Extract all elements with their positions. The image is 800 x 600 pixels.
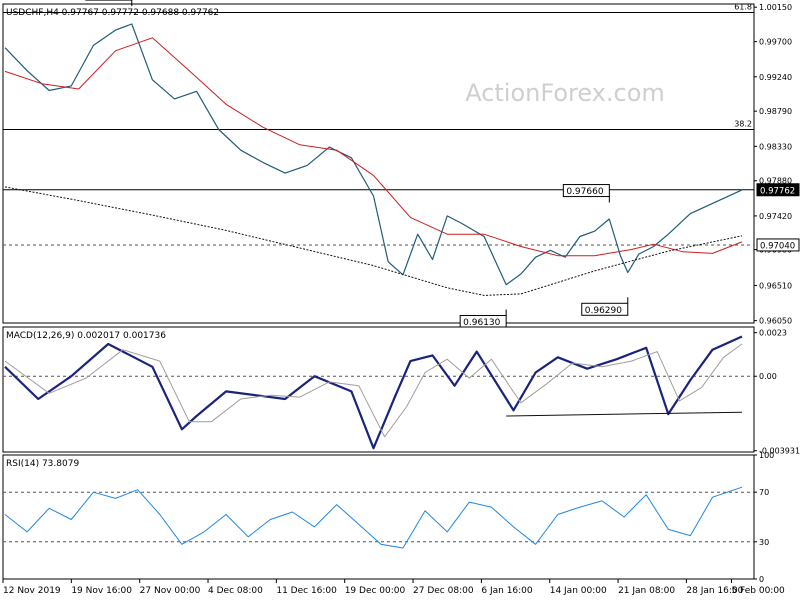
y-tick-label: 0.99700 xyxy=(759,38,792,47)
rsi-panel: 100 70 30 0 RSI(14) 73.8079 xyxy=(2,451,774,584)
x-axis: 12 Nov 2019 19 Nov 16:00 27 Nov 00:00 4 Dec… xyxy=(2,578,785,596)
x-tick-label: 14 Jan 00:00 xyxy=(550,586,607,596)
x-tick-label: 4 Dec 08:00 xyxy=(208,586,263,596)
y-tick-label: 0.99240 xyxy=(759,73,792,82)
panel-frame xyxy=(2,454,755,580)
panel-header: RSI(14) 73.8079 xyxy=(6,459,79,469)
x-tick-label: 27 Nov 00:00 xyxy=(140,586,201,596)
macd-panel: 0.00230.00-0.003931MACD(12,26,9) 0.00201… xyxy=(2,326,800,456)
panel-frame xyxy=(2,3,755,324)
x-tick-label: 19 Nov 16:00 xyxy=(71,586,132,596)
y-tick-label: 70 xyxy=(759,488,769,497)
price-badge-label: 0.97762 xyxy=(760,186,795,196)
price-panel: ActionForex.com 61.8 38.2 1.00150 0.99700 0.9… xyxy=(2,0,800,329)
y-tick-label: 0.98790 xyxy=(759,107,792,116)
y-tick-label: 0.96050 xyxy=(759,317,792,326)
y-tick-label: 100 xyxy=(759,451,774,460)
y-tick-label: 0 xyxy=(759,575,764,584)
y-tick-label: 0.0023 xyxy=(759,329,787,338)
x-tick-label: 12 Nov 2019 xyxy=(3,586,61,596)
fib-level-label: 61.8 xyxy=(734,3,752,12)
panel-header: MACD(12,26,9) 0.002017 0.001736 xyxy=(6,331,166,341)
y-tick-label: 0.98330 xyxy=(759,142,792,151)
usdchf-chart: ActionForex.com 61.8 38.2 1.00150 0.99700 0.9… xyxy=(2,0,800,596)
y-tick-label: 0.00 xyxy=(759,372,777,381)
y-tick-label: 0.96510 xyxy=(759,281,792,290)
y-tick-label: 1.00150 xyxy=(759,3,792,12)
fib-level-label: 38.2 xyxy=(734,120,752,129)
x-tick-label: 5 Feb 00:00 xyxy=(731,586,785,596)
price-callout-label: 0.97660 xyxy=(566,187,603,197)
watermark: ActionForex.com xyxy=(465,79,665,107)
price-badge-label: 0.97040 xyxy=(760,241,795,251)
x-tick-label: 19 Dec 00:00 xyxy=(345,586,406,596)
x-tick-label: 27 Dec 08:00 xyxy=(413,586,474,596)
x-tick-label: 21 Jan 08:00 xyxy=(618,586,675,596)
x-tick-label: 6 Jan 16:00 xyxy=(481,586,533,596)
y-tick-label: 0.97420 xyxy=(759,212,792,221)
price-callout-label: 0.96290 xyxy=(585,306,622,316)
panel-header: USDCHF,H4 0.97767 0.97772 0.97688 0.9776… xyxy=(6,8,219,18)
x-tick-label: 11 Dec 16:00 xyxy=(276,586,337,596)
panel-frame xyxy=(2,326,755,453)
y-tick-label: 30 xyxy=(759,538,769,547)
price-callout-label: 1.00230 xyxy=(89,0,126,1)
